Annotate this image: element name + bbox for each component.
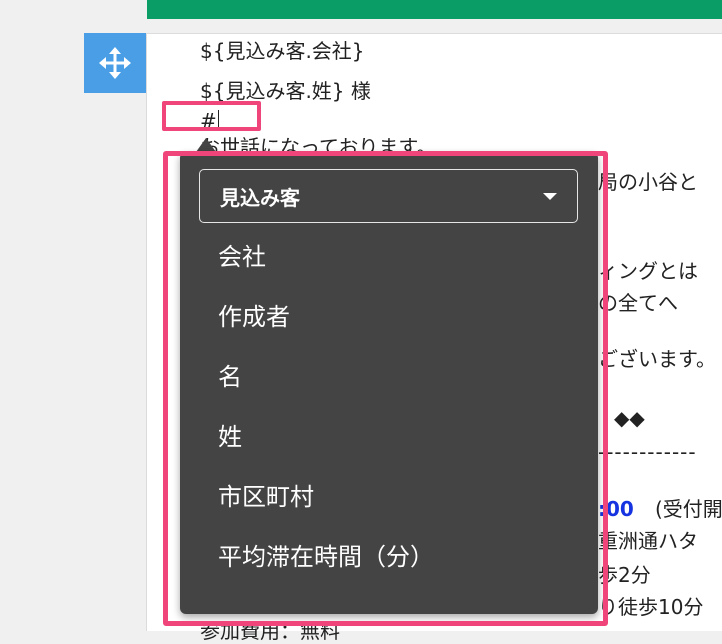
body-line: ィングとは xyxy=(598,259,698,283)
body-line: の全てへ xyxy=(598,291,678,315)
body-line: り徒歩10分 xyxy=(598,595,704,619)
body-line: 重洲通ハタ xyxy=(598,529,698,553)
diamond-heading: ◆◆ xyxy=(614,406,645,430)
highlight-box-dropdown xyxy=(163,151,608,626)
move-handle[interactable] xyxy=(84,33,146,93)
body-line: 局の小谷と xyxy=(598,170,698,194)
dropdown-pointer xyxy=(196,138,216,152)
highlight-box-hash xyxy=(162,101,261,131)
divider-line: ------------ xyxy=(598,440,697,464)
reception-text: (受付開 xyxy=(655,497,722,521)
body-line: ございます。 xyxy=(598,347,716,371)
merge-field-company: ${見込み客.会社} xyxy=(200,39,365,63)
top-green-bar xyxy=(147,0,722,19)
move-icon xyxy=(99,47,131,79)
